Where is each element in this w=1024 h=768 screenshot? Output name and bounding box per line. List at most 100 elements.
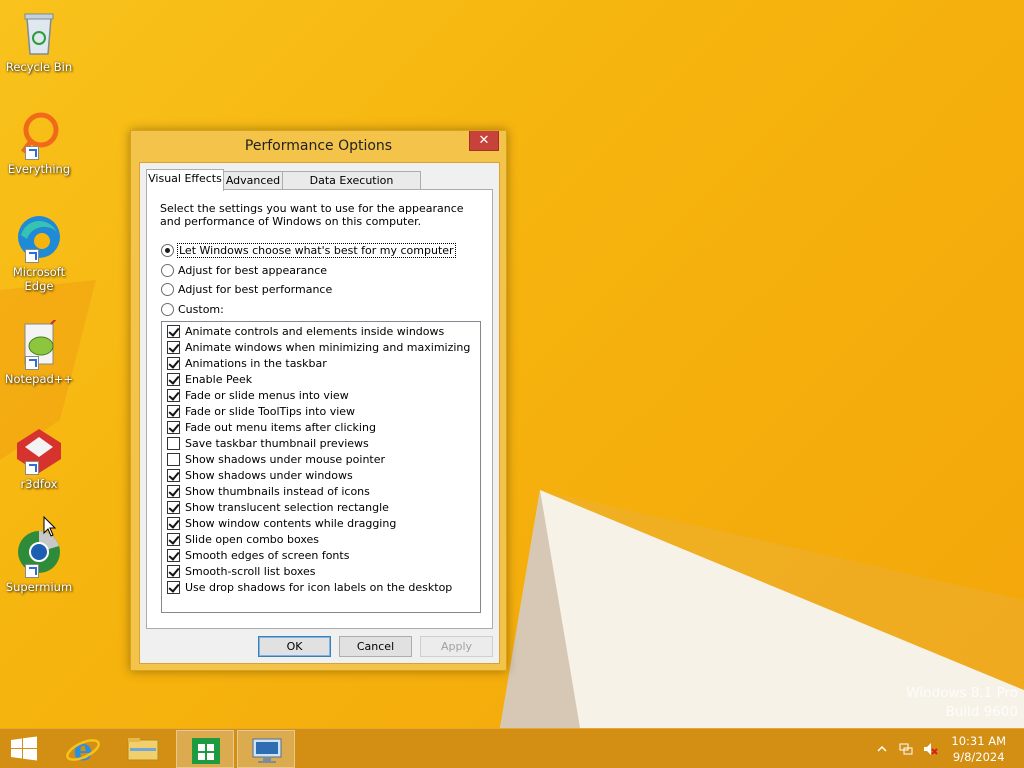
checkbox[interactable]: [167, 404, 180, 418]
shortcut-arrow-icon: [25, 461, 39, 475]
start-button[interactable]: [0, 730, 48, 768]
checkbox[interactable]: [167, 452, 180, 466]
list-item[interactable]: Show shadows under mouse pointer: [162, 451, 480, 467]
clock-date: 9/8/2024: [952, 750, 1005, 764]
list-item[interactable]: Smooth edges of screen fonts: [162, 547, 480, 563]
list-item[interactable]: Save taskbar thumbnail previews: [162, 435, 480, 451]
list-item[interactable]: Animations in the taskbar: [162, 355, 480, 371]
desktop-icon-everything[interactable]: Everything: [2, 110, 76, 176]
checkbox-label: Show thumbnails instead of icons: [185, 484, 370, 498]
cancel-button[interactable]: Cancel: [339, 636, 412, 657]
desktop-icon-label: Recycle Bin: [5, 60, 73, 74]
radio-custom[interactable]: Custom:: [161, 301, 224, 317]
list-item[interactable]: Animate controls and elements inside win…: [162, 323, 480, 339]
watermark-build: Build 9600: [945, 704, 1018, 720]
file-explorer-icon: [127, 738, 159, 761]
windows-watermark: Windows 8.1 Pro Build 9600: [906, 684, 1018, 722]
list-item[interactable]: Enable Peek: [162, 371, 480, 387]
list-item[interactable]: Use drop shadows for icon labels on the …: [162, 579, 480, 595]
desktop-icon-r3dfox[interactable]: r3dfox: [2, 425, 76, 491]
shortcut-arrow-icon: [25, 146, 39, 160]
checkbox-label: Smooth edges of screen fonts: [185, 548, 350, 562]
list-item[interactable]: Slide open combo boxes: [162, 531, 480, 547]
checkbox-label: Use drop shadows for icon labels on the …: [185, 580, 453, 594]
shortcut-arrow-icon: [25, 249, 39, 263]
list-item[interactable]: Fade out menu items after clicking: [162, 419, 480, 435]
radio-let-windows-choose[interactable]: Let Windows choose what's best for my co…: [161, 242, 456, 258]
checkbox[interactable]: [167, 468, 180, 482]
desktop-icon-label: Notepad++: [4, 372, 74, 386]
list-item[interactable]: Fade or slide menus into view: [162, 387, 480, 403]
clock-time: 10:31 AM: [951, 734, 1006, 748]
desktop-icon-notepad-plus-plus[interactable]: Notepad++: [2, 317, 76, 386]
list-item[interactable]: Show thumbnails instead of icons: [162, 483, 480, 499]
desktop-icon-supermium[interactable]: Supermium: [2, 528, 76, 594]
checkbox-label: Animate windows when minimizing and maxi…: [185, 340, 471, 354]
checkbox[interactable]: [167, 580, 180, 594]
visual-effects-list[interactable]: Animate controls and elements inside win…: [161, 321, 481, 613]
radio-button[interactable]: [161, 282, 174, 296]
desktop-icon-label: Supermium: [5, 580, 73, 594]
checkbox[interactable]: [167, 324, 180, 338]
supermium-icon: [13, 528, 65, 578]
desktop-icon-recycle-bin[interactable]: Recycle Bin: [2, 8, 76, 74]
internet-explorer-icon: e: [66, 733, 100, 768]
checkbox-label: Smooth-scroll list boxes: [185, 564, 316, 578]
radio-button[interactable]: [161, 243, 174, 257]
radio-label: Let Windows choose what's best for my co…: [177, 242, 456, 258]
list-item[interactable]: Show translucent selection rectangle: [162, 499, 480, 515]
checkbox-label: Enable Peek: [185, 372, 253, 386]
checkbox[interactable]: [167, 356, 180, 370]
checkbox[interactable]: [167, 340, 180, 354]
volume-muted-icon[interactable]: [922, 741, 938, 757]
checkbox[interactable]: [167, 500, 180, 514]
system-clock[interactable]: 10:31 AM 9/8/2024: [951, 733, 1006, 765]
checkbox-label: Save taskbar thumbnail previews: [185, 436, 369, 450]
performance-options-dialog[interactable]: Performance Options ✕ Visual Effects Adv…: [130, 130, 507, 671]
tab-data-execution-prevention[interactable]: Data Execution Prevention: [282, 171, 421, 205]
radio-button[interactable]: [161, 263, 174, 277]
checkbox[interactable]: [167, 484, 180, 498]
network-icon[interactable]: [898, 741, 914, 757]
ok-button[interactable]: OK: [258, 636, 331, 657]
close-button[interactable]: ✕: [469, 131, 499, 151]
radio-label: Adjust for best performance: [178, 282, 333, 296]
list-item[interactable]: Smooth-scroll list boxes: [162, 563, 480, 579]
desktop-icon-label: r3dfox: [20, 477, 58, 491]
everything-icon: [13, 110, 65, 160]
dialog-title: Performance Options: [244, 138, 393, 154]
checkbox[interactable]: [167, 420, 180, 434]
list-item[interactable]: Show shadows under windows: [162, 467, 480, 483]
checkbox-label: Slide open combo boxes: [185, 532, 320, 546]
checkbox[interactable]: [167, 436, 180, 450]
apply-button[interactable]: Apply: [420, 636, 493, 657]
checkbox-label: Show shadows under windows: [185, 468, 353, 482]
checkbox[interactable]: [167, 388, 180, 402]
taskbar-store[interactable]: [176, 730, 234, 768]
visual-effects-panel: Select the settings you want to use for …: [146, 189, 493, 629]
radio-button[interactable]: [161, 302, 174, 316]
checkbox[interactable]: [167, 532, 180, 546]
recycle-bin-icon: [13, 8, 65, 58]
list-item[interactable]: Animate windows when minimizing and maxi…: [162, 339, 480, 355]
desktop-icon-label: Everything: [7, 162, 71, 176]
radio-label: Custom:: [178, 302, 224, 316]
show-hidden-icons-chevron-icon[interactable]: [874, 741, 890, 757]
taskbar-internet-explorer[interactable]: e: [54, 730, 112, 768]
taskbar-system-properties[interactable]: [237, 730, 295, 768]
checkbox[interactable]: [167, 548, 180, 562]
tab-visual-effects[interactable]: Visual Effects: [146, 169, 224, 191]
store-icon: [192, 738, 220, 764]
checkbox[interactable]: [167, 372, 180, 386]
taskbar-file-explorer[interactable]: [114, 730, 172, 768]
tab-advanced[interactable]: Advanced: [223, 171, 283, 191]
list-item[interactable]: Show window contents while dragging: [162, 515, 480, 531]
system-properties-icon: [252, 738, 282, 763]
list-item[interactable]: Fade or slide ToolTips into view: [162, 403, 480, 419]
checkbox[interactable]: [167, 564, 180, 578]
checkbox[interactable]: [167, 516, 180, 530]
radio-best-performance[interactable]: Adjust for best performance: [161, 281, 332, 297]
radio-best-appearance[interactable]: Adjust for best appearance: [161, 262, 327, 278]
shortcut-arrow-icon: [25, 356, 39, 370]
desktop-icon-microsoft-edge[interactable]: Microsoft Edge: [2, 213, 76, 293]
